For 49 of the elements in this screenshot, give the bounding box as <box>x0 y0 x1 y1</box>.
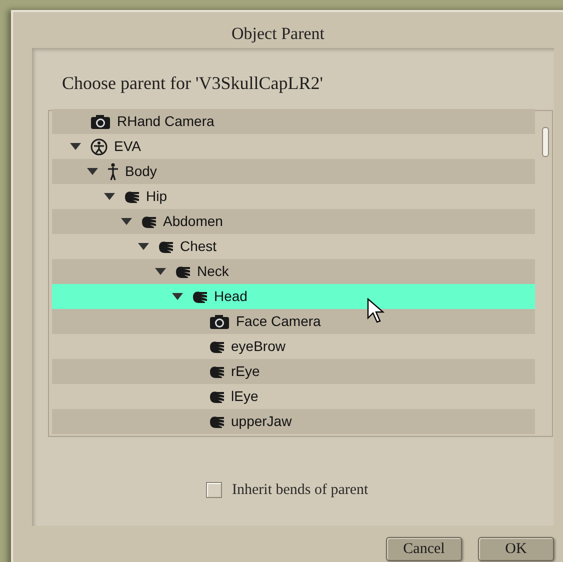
dialog-button[interactable]: OK <box>478 537 554 561</box>
hand-icon <box>158 240 174 254</box>
item-label: rEye <box>231 362 260 381</box>
hand-icon <box>141 214 157 228</box>
hand-icon <box>209 414 225 428</box>
tree-row[interactable]: Body <box>52 159 535 184</box>
expanded-arrow-icon[interactable] <box>87 168 98 175</box>
camera-icon <box>209 314 230 330</box>
hand-icon <box>209 364 225 378</box>
item-label: upperJaw <box>231 412 292 431</box>
figure-icon <box>90 138 108 156</box>
expanded-arrow-icon[interactable] <box>172 293 183 300</box>
hand-icon <box>192 290 208 304</box>
expanded-arrow-icon[interactable] <box>70 143 81 150</box>
camera-icon <box>90 114 111 130</box>
item-label: Hip <box>146 187 168 206</box>
tree-row[interactable]: Face Camera <box>52 309 535 334</box>
dialog-button[interactable]: Cancel <box>386 537 462 561</box>
item-label: lEye <box>231 387 258 406</box>
hand-icon <box>175 264 191 278</box>
scroll-thumb[interactable] <box>542 127 548 157</box>
item-label: Neck <box>197 262 229 281</box>
tree-row[interactable]: Head <box>52 284 535 309</box>
item-label: RHand Camera <box>117 112 214 131</box>
item-label: EVA <box>114 137 141 156</box>
window-title: Object Parent <box>230 23 326 45</box>
expanded-arrow-icon[interactable] <box>155 268 166 275</box>
tree-row[interactable]: rEye <box>52 359 535 384</box>
expanded-arrow-icon[interactable] <box>104 193 115 200</box>
tree-row[interactable]: Abdomen <box>52 209 535 234</box>
expanded-arrow-icon[interactable] <box>121 218 132 225</box>
tree-row[interactable]: Neck <box>52 259 535 284</box>
item-label: eyeBrow <box>231 337 286 356</box>
item-label: Body <box>125 162 157 181</box>
prompt-text: Choose parent for 'V3SkullCapLR2' <box>62 72 324 95</box>
cursor-icon <box>367 298 387 324</box>
hand-icon <box>124 190 140 204</box>
expanded-arrow-icon[interactable] <box>138 243 149 250</box>
checkbox-label: Inherit bends of parent <box>232 481 368 500</box>
hand-icon <box>209 340 225 354</box>
item-label: Face Camera <box>236 312 321 331</box>
item-label: Chest <box>180 237 217 256</box>
checkbox[interactable] <box>206 482 222 498</box>
item-label: Abdomen <box>163 212 223 231</box>
tree-row[interactable]: RHand Camera <box>52 109 535 134</box>
item-label: Head <box>214 287 248 306</box>
body-icon <box>107 162 119 180</box>
tree-row[interactable]: upperJaw <box>52 409 535 434</box>
hand-icon <box>209 390 225 404</box>
